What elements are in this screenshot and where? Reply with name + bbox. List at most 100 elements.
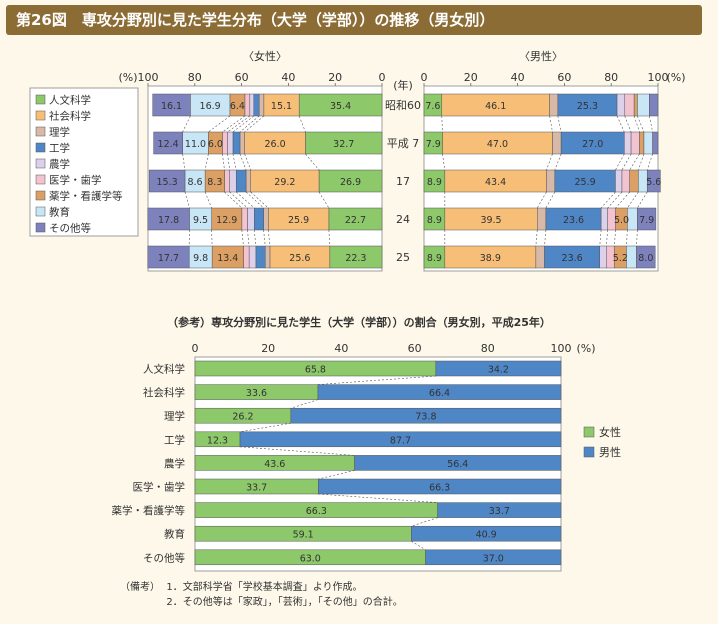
reference-category-label: 教育: [164, 528, 185, 541]
legend-swatch: [35, 142, 46, 153]
male-bar-segment: [624, 131, 632, 155]
male-tick-label: 20: [464, 71, 478, 84]
legend-swatch: [35, 206, 46, 217]
reference-tick-label: 0: [192, 342, 199, 355]
male-data-label: 8.0: [638, 253, 653, 264]
male-data-label: 43.4: [485, 177, 506, 188]
female-data-label: 13.4: [217, 253, 238, 264]
female-bar-segment: [245, 169, 251, 193]
note-2: 2．その他等は「家政」，「芸術」，「その他」の合計。: [166, 597, 403, 608]
reference-legend-label: 女性: [599, 425, 621, 439]
female-data-label: 22.3: [345, 253, 366, 264]
note-1: 1．文部科学省「学校基本調査」より作成。: [166, 582, 363, 593]
female-data-label: 16.1: [161, 101, 182, 112]
female-data-label: 6.4: [230, 101, 245, 112]
male-bar-segment: [649, 93, 659, 117]
reference-data-label: 73.8: [415, 412, 436, 423]
male-data-label: 7.9: [426, 139, 441, 150]
legend-label: 農学: [49, 158, 70, 171]
female-data-label: 8.6: [187, 177, 202, 188]
reference-category-label: 工学: [164, 433, 185, 446]
year-axis-label: (年): [393, 78, 413, 92]
legend-swatch: [35, 190, 46, 201]
female-data-label: 9.8: [193, 253, 208, 264]
male-bar-segment: [629, 169, 639, 193]
female-subtitle: 〈女性〉: [243, 49, 287, 63]
reference-category-label: 医学・歯学: [133, 481, 186, 494]
female-data-label: 26.9: [340, 177, 361, 188]
male-bar-segment: [624, 93, 635, 117]
male-bar-segment: [626, 245, 637, 269]
female-data-label: 35.4: [330, 101, 351, 112]
legend-label: その他等: [49, 222, 91, 235]
legend-label: 教育: [49, 206, 70, 219]
female-data-label: 11.0: [185, 139, 206, 150]
reference-data-label: 33.7: [246, 483, 267, 494]
year-label: 24: [396, 213, 410, 226]
female-tick-label: 0: [379, 71, 386, 84]
female-data-label: 15.3: [156, 177, 177, 188]
reference-category-label: 社会科学: [143, 386, 185, 399]
female-tick-label: 100: [138, 71, 159, 84]
reference-data-label: 37.0: [483, 553, 504, 564]
male-bar-segment: [633, 93, 638, 117]
reference-tick-label: 40: [334, 342, 348, 355]
male-bar-segment: [546, 169, 556, 193]
legend-label: 人文科学: [49, 94, 91, 107]
notes: （備考） 1．文部科学省「学校基本調査」より作成。 （備考） 2．その他等は「家…: [120, 580, 403, 610]
legend-swatch: [35, 222, 46, 233]
male-tick-label: 80: [604, 71, 618, 84]
male-bar-segment: [621, 169, 630, 193]
female-bar-segment: [253, 207, 264, 231]
legend-swatch: [35, 94, 46, 105]
female-tick-label: 60: [235, 71, 249, 84]
male-data-label: 46.1: [485, 101, 506, 112]
reference-data-label: 66.3: [306, 506, 327, 517]
female-bar-segment: [224, 169, 230, 193]
reference-category-label: 人文科学: [143, 363, 185, 376]
reference-data-label: 12.3: [207, 435, 228, 446]
year-label: 17: [396, 175, 410, 188]
reference-data-label: 65.8: [305, 365, 326, 376]
female-data-label: 25.9: [288, 215, 309, 226]
charts-canvas: 〈女性〉 〈男性〉100 80 60 40 20 0 0 20 40 60 80 100(%) (%)(年…: [29, 49, 686, 572]
female-bar-segment: [232, 131, 241, 155]
reference-legend-swatch: [583, 446, 595, 458]
legend-label: 理学: [49, 126, 70, 139]
female-tick-label: 20: [328, 71, 342, 84]
female-bar-segment: [222, 131, 228, 155]
reference-category-label: 農学: [164, 457, 185, 470]
female-bar-segment: [227, 131, 234, 155]
female-bar-segment: [263, 207, 269, 231]
male-tick-label: 100: [648, 71, 669, 84]
year-label: 昭和60: [385, 99, 421, 112]
female-bar-segment: [248, 245, 257, 269]
legend-swatch: [35, 126, 46, 137]
legend-swatch: [35, 158, 46, 169]
reference-data-label: 26.2: [232, 412, 253, 423]
male-data-label: 8.9: [427, 177, 442, 188]
male-bar-segment: [637, 93, 650, 117]
reference-data-label: 43.6: [264, 459, 285, 470]
reference-tick-label: 60: [408, 342, 422, 355]
note-prefix: （備考）: [120, 582, 160, 593]
reference-unit-label: (%): [576, 342, 595, 355]
reference-tick-label: 20: [261, 342, 275, 355]
reference-data-label: 63.0: [300, 553, 321, 564]
male-subtitle: 〈男性〉: [519, 49, 563, 63]
female-bar-segment: [229, 169, 237, 193]
female-bar-segment: [253, 93, 260, 117]
female-bar-segment: [239, 131, 245, 155]
male-data-label: 7.9: [639, 215, 654, 226]
male-bar-segment: [535, 245, 545, 269]
male-bar-segment: [616, 93, 626, 117]
reference-data-label: 66.4: [429, 388, 450, 399]
male-bar-segment: [652, 131, 659, 155]
figure-26: 第26図 専攻分野別に見た学生分布（大学（学部））の推移（男女別） 〈女性〉 〈男…: [0, 0, 718, 624]
male-tick-label: 0: [421, 71, 428, 84]
male-data-label: 7.6: [425, 101, 440, 112]
reference-category-label: 理学: [164, 410, 185, 423]
legend-swatch: [35, 174, 46, 185]
male-bar-segment: [537, 207, 547, 231]
reference-legend-label: 男性: [599, 445, 621, 459]
